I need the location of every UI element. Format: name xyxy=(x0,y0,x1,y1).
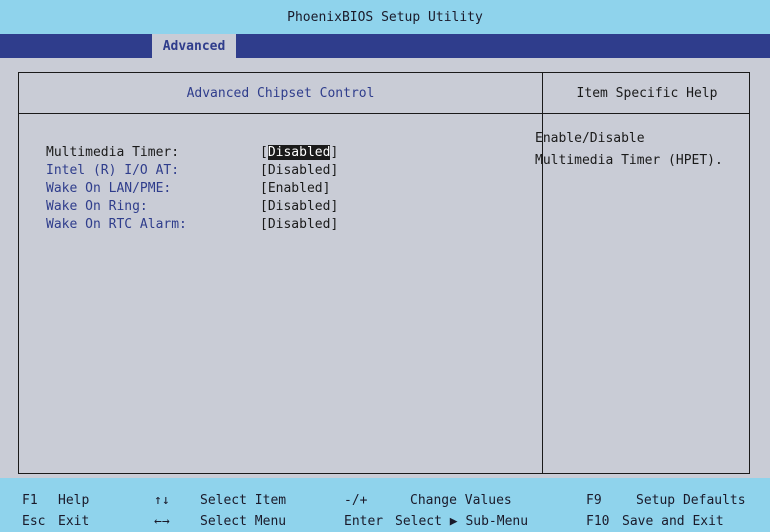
key-f1: F1 xyxy=(22,493,38,508)
setting-label: Wake On RTC Alarm: xyxy=(46,216,187,232)
setting-label: Wake On LAN/PME: xyxy=(46,180,172,196)
setting-value[interactable]: [Disabled] xyxy=(260,199,338,214)
key-action-change-values: Change Values xyxy=(410,493,512,508)
setting-label: Wake On Ring: xyxy=(46,198,148,214)
key-minus-plus: -/+ xyxy=(344,493,368,508)
setting-row-intel-io-at[interactable]: Intel (R) I/O AT: [Disabled] xyxy=(46,161,338,179)
key-enter: Enter xyxy=(344,514,384,529)
key-action-select-menu: Select Menu xyxy=(200,514,287,529)
setting-value[interactable]: [Disabled] xyxy=(260,144,338,160)
setting-value-text: Disabled xyxy=(267,162,331,178)
setting-value[interactable]: [Disabled] xyxy=(260,163,338,178)
key-action-select-item: Select Item xyxy=(200,493,287,508)
selected-value[interactable]: Disabled xyxy=(267,144,331,160)
key-f10: F10 xyxy=(586,514,610,529)
key-legend: F1 Help ↑↓ Select Item -/+ Change Values… xyxy=(0,478,770,532)
help-line: Enable/Disable xyxy=(535,131,645,146)
setting-row-multimedia-timer[interactable]: Multimedia Timer: [Disabled] xyxy=(46,143,338,161)
help-text: Enable/Disable Multimedia Timer (HPET). xyxy=(535,128,725,172)
help-title: Item Specific Help xyxy=(576,85,718,101)
setting-value-text: Disabled xyxy=(267,216,331,232)
arrow-left-right-icon: ←→ xyxy=(154,514,170,529)
tab-advanced[interactable]: Advanced xyxy=(152,34,236,58)
key-esc: Esc xyxy=(22,514,46,529)
key-action-exit: Exit xyxy=(58,514,90,529)
setting-row-wake-on-rtc[interactable]: Wake On RTC Alarm: [Disabled] xyxy=(46,215,338,233)
help-line: Multimedia Timer (HPET). xyxy=(535,153,723,168)
key-action-save-exit: Save and Exit xyxy=(622,514,724,529)
setting-row-wake-on-lan[interactable]: Wake On LAN/PME: [Enabled] xyxy=(46,179,330,197)
setting-label: Multimedia Timer: xyxy=(46,144,180,160)
section-title: Advanced Chipset Control xyxy=(186,85,375,101)
key-action-help: Help xyxy=(58,493,90,508)
key-f9: F9 xyxy=(586,493,602,508)
horizontal-divider xyxy=(19,113,749,114)
setting-row-wake-on-ring[interactable]: Wake On Ring: [Disabled] xyxy=(46,197,338,215)
setting-value[interactable]: [Enabled] xyxy=(260,181,330,196)
main-panel: Advanced Chipset Control Item Specific H… xyxy=(0,58,770,478)
setting-value-text: Enabled xyxy=(267,180,323,196)
key-action-select-submenu: Select ▶ Sub-Menu xyxy=(395,514,529,529)
setting-value[interactable]: [Disabled] xyxy=(260,217,338,232)
setting-label: Intel (R) I/O AT: xyxy=(46,162,180,178)
menu-bar: Advanced xyxy=(0,34,770,58)
setting-value-text: Disabled xyxy=(267,198,331,214)
arrow-up-down-icon: ↑↓ xyxy=(154,493,170,508)
bios-title: PhoenixBIOS Setup Utility xyxy=(0,0,770,34)
key-action-setup-defaults: Setup Defaults xyxy=(636,493,746,508)
